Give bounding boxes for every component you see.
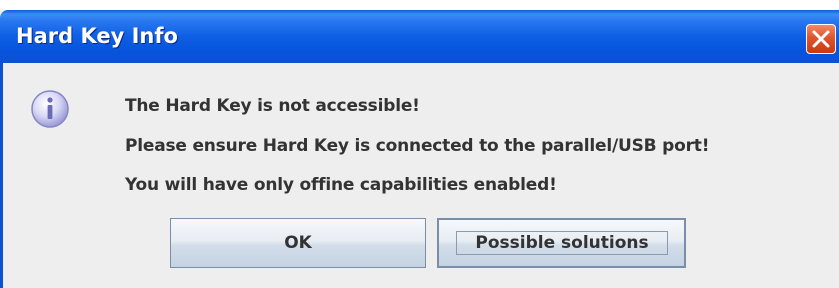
window-title: Hard Key Info bbox=[16, 24, 178, 48]
close-button[interactable] bbox=[806, 24, 836, 54]
dialog-window: Hard Key Info The Hard Key is not access… bbox=[0, 0, 839, 288]
message-line-1: The Hard Key is not accessible! bbox=[125, 96, 420, 116]
message-line-2: Please ensure Hard Key is connected to t… bbox=[125, 136, 710, 156]
window-top-edge bbox=[0, 0, 839, 10]
info-icon bbox=[30, 89, 70, 129]
ok-button[interactable]: OK bbox=[170, 218, 426, 268]
close-icon bbox=[812, 30, 830, 48]
possible-solutions-button[interactable]: Possible solutions bbox=[437, 218, 686, 268]
message-line-3: You will have only offine capabilities e… bbox=[125, 175, 557, 195]
possible-solutions-label: Possible solutions bbox=[456, 231, 668, 255]
